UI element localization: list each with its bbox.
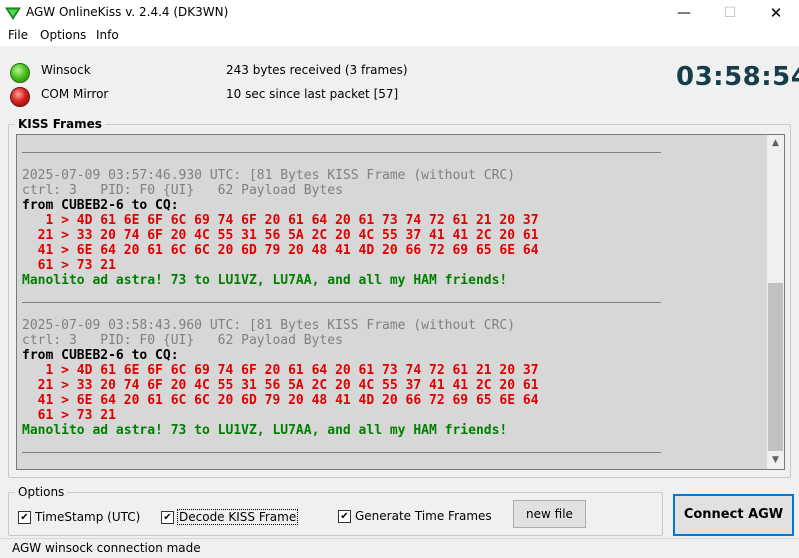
decode-kiss-checkbox[interactable]: ✔ <box>161 511 174 524</box>
scroll-up-icon[interactable]: ▲ <box>767 135 784 152</box>
frame-ctrl: ctrl: 3 PID: F0 {UI} 62 Payload Bytes <box>22 333 343 348</box>
kiss-frames-content: 2025-07-09 03:57:46.930 UTC: [81 Bytes K… <box>17 135 767 469</box>
frame-from: from CUBEB2-6 to CQ: <box>22 198 179 213</box>
scroll-down-icon[interactable]: ▼ <box>767 452 784 469</box>
frame-hex-line: 41 > 6E 64 20 61 6C 6C 20 6D 79 20 48 41… <box>22 393 539 408</box>
frame-hex-line: 61 > 73 21 <box>22 258 116 273</box>
frame-separator <box>22 152 661 153</box>
minimize-button[interactable]: — <box>661 0 707 27</box>
generate-time-frames-label[interactable]: Generate Time Frames <box>355 509 492 523</box>
frame-from: from CUBEB2-6 to CQ: <box>22 348 179 363</box>
frame-message: Manolito ad astra! 73 to LU1VZ, LU7AA, a… <box>22 423 508 438</box>
utc-clock: 03:58:54 <box>676 62 799 92</box>
winsock-info: 243 bytes received (3 frames) <box>226 63 408 77</box>
kiss-frames-log[interactable]: 2025-07-09 03:57:46.930 UTC: [81 Bytes K… <box>16 134 785 470</box>
status-bar: AGW winsock connection made <box>0 538 799 558</box>
frame-separator <box>22 302 661 303</box>
com-mirror-status-led-icon <box>10 87 30 107</box>
decode-kiss-label[interactable]: Decode KISS Frame <box>176 509 299 525</box>
timestamp-checkbox[interactable]: ✔ <box>18 511 31 524</box>
menu-bar: File Options Info <box>0 27 799 46</box>
options-title: Options <box>15 485 68 499</box>
connect-agw-button[interactable]: Connect AGW <box>673 494 794 536</box>
vertical-scrollbar[interactable]: ▲ ▼ <box>767 135 784 469</box>
com-mirror-label: COM Mirror <box>41 87 109 101</box>
window-title: AGW OnlineKiss v. 2.4.4 (DK3WN) <box>26 5 229 19</box>
winsock-label: Winsock <box>41 63 91 77</box>
timestamp-label[interactable]: TimeStamp (UTC) <box>35 510 140 524</box>
title-bar: AGW OnlineKiss v. 2.4.4 (DK3WN) — ☐ ✕ <box>0 0 799 27</box>
frame-hex-line: 61 > 73 21 <box>22 408 116 423</box>
frame-hex-line: 21 > 33 20 74 6F 20 4C 55 31 56 5A 2C 20… <box>22 228 539 243</box>
new-file-button[interactable]: new file <box>513 500 586 528</box>
frame-ctrl: ctrl: 3 PID: F0 {UI} 62 Payload Bytes <box>22 183 343 198</box>
maximize-button[interactable]: ☐ <box>707 0 753 27</box>
menu-file[interactable]: File <box>8 28 28 42</box>
status-bar-text: AGW winsock connection made <box>12 541 201 555</box>
frame-hex-line: 21 > 33 20 74 6F 20 4C 55 31 56 5A 2C 20… <box>22 378 539 393</box>
generate-time-frames-checkbox[interactable]: ✔ <box>338 510 351 523</box>
menu-info[interactable]: Info <box>96 28 119 42</box>
com-mirror-info: 10 sec since last packet [57] <box>226 87 399 101</box>
frame-header: 2025-07-09 03:57:46.930 UTC: [81 Bytes K… <box>22 168 516 183</box>
winsock-status-led-icon <box>10 63 30 83</box>
frame-hex-line: 41 > 6E 64 20 61 6C 6C 20 6D 79 20 48 41… <box>22 243 539 258</box>
frame-message: Manolito ad astra! 73 to LU1VZ, LU7AA, a… <box>22 273 508 288</box>
menu-options[interactable]: Options <box>40 28 86 42</box>
frame-hex-line: 1 > 4D 61 6E 6F 6C 69 74 6F 20 61 64 20 … <box>22 213 539 228</box>
kiss-frames-title: KISS Frames <box>15 117 105 131</box>
app-icon <box>5 7 21 20</box>
frame-hex-line: 1 > 4D 61 6E 6F 6C 69 74 6F 20 61 64 20 … <box>22 363 539 378</box>
close-button[interactable]: ✕ <box>753 0 799 27</box>
scroll-thumb[interactable] <box>768 283 783 451</box>
frame-separator <box>22 452 661 453</box>
frame-header: 2025-07-09 03:58:43.960 UTC: [81 Bytes K… <box>22 318 516 333</box>
